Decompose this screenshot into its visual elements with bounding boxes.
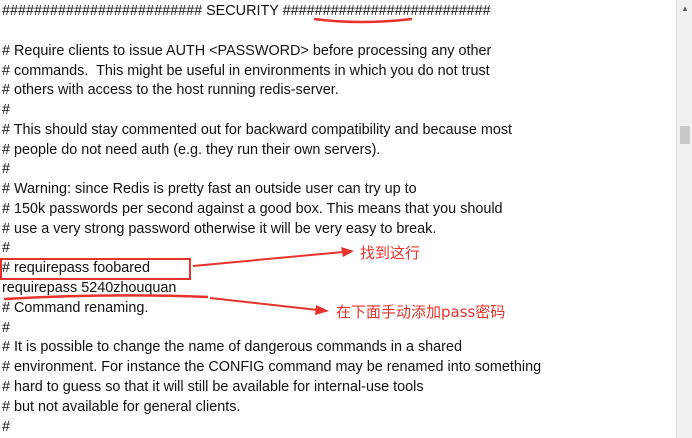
add-pass-annotation: 在下面手动添加pass密码 bbox=[336, 303, 506, 321]
requirepass-underline bbox=[3, 294, 209, 301]
add-pass-arrow bbox=[209, 297, 319, 311]
add-pass-arrowhead bbox=[315, 305, 329, 315]
annotation-overlay bbox=[0, 17, 413, 315]
requirepass-highlight-box bbox=[0, 258, 191, 280]
find-line-arrowhead bbox=[341, 247, 354, 257]
find-line-annotation: 找到这行 bbox=[360, 244, 421, 262]
find-line-arrow bbox=[192, 251, 344, 267]
security-underline bbox=[313, 17, 413, 24]
